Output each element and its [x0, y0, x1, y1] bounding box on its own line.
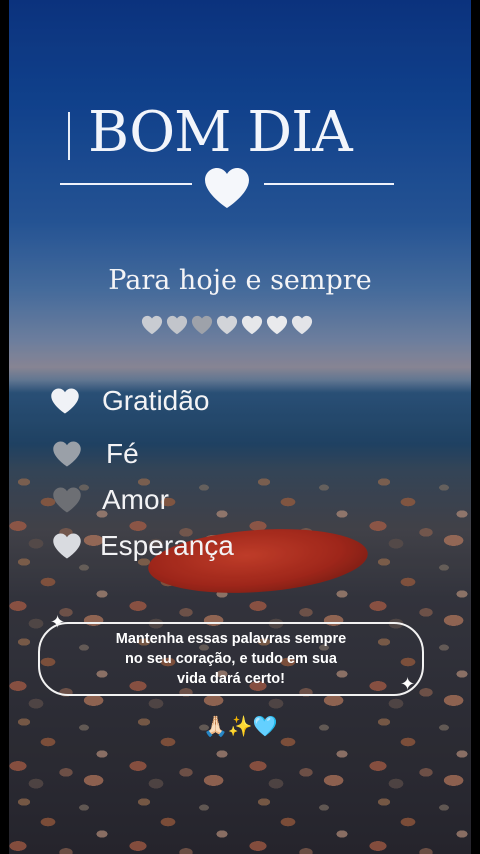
heart-icon	[53, 441, 81, 467]
background-photo: BOM DIA Para hoje e sempre Gratidão Fé A…	[0, 0, 480, 854]
subtitle: Para hoje e sempre	[108, 265, 372, 296]
heart-icon	[166, 315, 188, 335]
divider-left	[60, 183, 192, 185]
heart-icon	[241, 315, 263, 335]
word-label: Gratidão	[102, 385, 210, 416]
word-label: Fé	[106, 438, 139, 469]
word-label: Amor	[102, 484, 169, 515]
left-border	[0, 0, 9, 854]
page-title: BOM DIA	[88, 100, 353, 165]
heart-icon	[216, 315, 238, 335]
message-box: Mantenha essas palavras sempre no seu co…	[38, 622, 424, 696]
emoji-row: 🙏🏻✨🩵	[203, 714, 278, 738]
message-line: vida dará certo!	[177, 671, 285, 687]
heart-icon	[53, 487, 81, 513]
word-item-amor: Amor	[52, 484, 169, 516]
divider-right	[264, 183, 394, 185]
heart-icon	[266, 315, 288, 335]
word-item-fe: Fé	[52, 438, 139, 470]
word-item-esperanca: Esperança	[52, 530, 234, 562]
hearts-row	[141, 314, 313, 336]
heart-icon	[191, 315, 213, 335]
message-text: Mantenha essas palavras sempre no seu co…	[40, 629, 422, 689]
message-line: no seu coração, e tudo em sua	[125, 651, 337, 667]
right-border	[471, 0, 480, 854]
heart-icon	[51, 388, 79, 414]
title-accent-bar	[68, 112, 70, 160]
heart-icon	[291, 315, 313, 335]
heart-icon	[141, 315, 163, 335]
message-line: Mantenha essas palavras sempre	[115, 631, 347, 647]
word-label: Esperança	[100, 530, 234, 561]
word-item-gratidao: Gratidão	[50, 385, 209, 417]
heart-icon	[53, 533, 81, 559]
heart-icon	[205, 168, 249, 208]
